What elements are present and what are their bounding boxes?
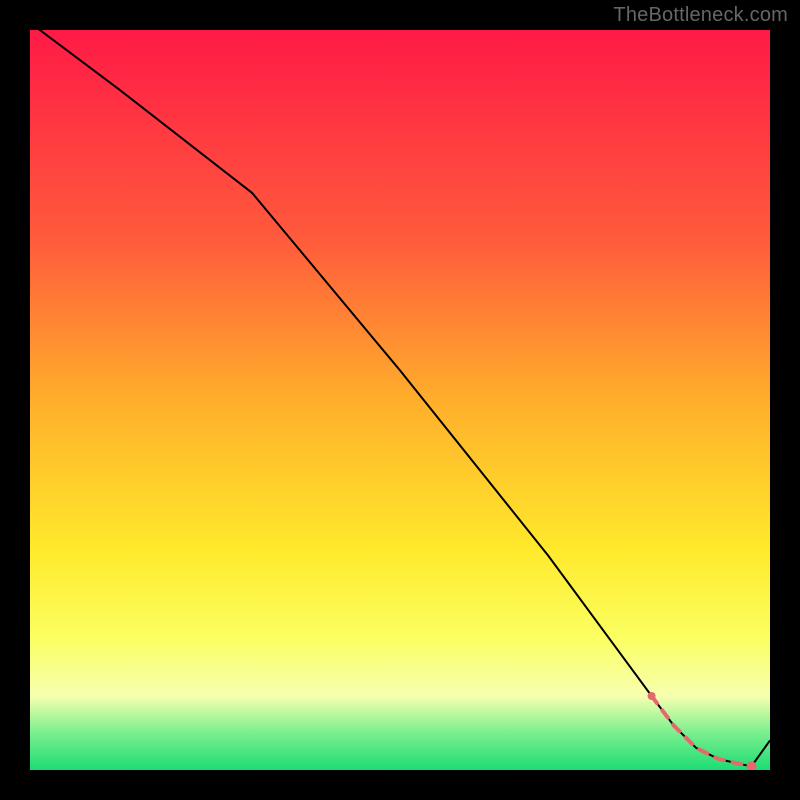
bottleneck-chart xyxy=(30,30,770,770)
chart-frame: TheBottleneck.com xyxy=(0,0,800,800)
watermark-text: TheBottleneck.com xyxy=(613,4,788,27)
gradient-background xyxy=(30,30,770,770)
optimal-zone-start-dot xyxy=(648,692,656,700)
